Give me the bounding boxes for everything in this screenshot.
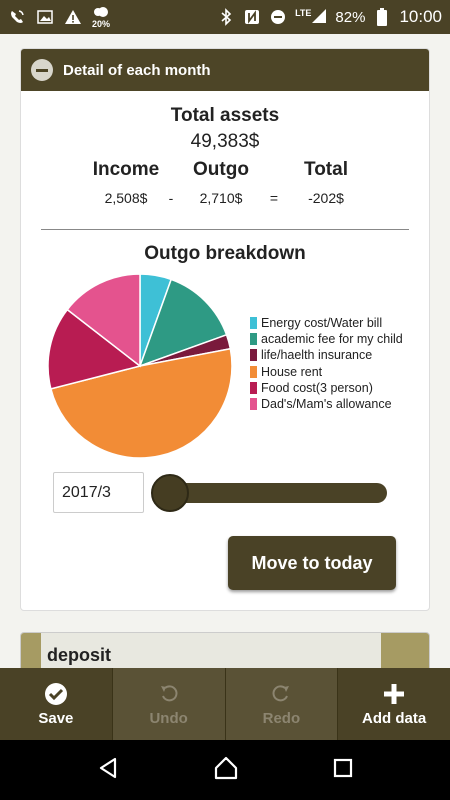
back-icon[interactable]	[96, 756, 120, 785]
minus-sign: -	[168, 190, 174, 206]
legend-swatch	[250, 317, 257, 330]
total-value: -202$	[308, 190, 344, 206]
bluetooth-icon	[217, 8, 235, 26]
legend-item-0: Energy cost/Water bill	[250, 315, 403, 331]
recents-icon[interactable]	[332, 757, 354, 784]
legend-label: life/haelth insurance	[261, 348, 373, 363]
battery-percent: 82%	[335, 8, 366, 26]
deposit-action[interactable]	[381, 633, 429, 671]
signal-icon	[311, 8, 327, 27]
income-label: Income	[92, 159, 160, 180]
nfc-icon	[243, 8, 261, 26]
outgo-value: 2,710$	[199, 190, 243, 206]
undo-label: Undo	[149, 709, 188, 727]
legend-item-4: Food cost(3 person)	[250, 380, 403, 396]
weather-indicator: 20%	[92, 6, 110, 29]
deposit-accent	[21, 633, 41, 671]
month-slider-thumb[interactable]	[151, 474, 189, 512]
legend-swatch	[250, 398, 257, 411]
total-label: Total	[304, 159, 348, 180]
battery-icon	[373, 8, 391, 26]
wifi-calling-icon	[8, 8, 26, 26]
outgo-pie-chart[interactable]	[45, 271, 235, 461]
weather-icon	[92, 6, 110, 20]
legend-item-3: House rent	[250, 364, 403, 380]
collapse-icon[interactable]	[31, 59, 53, 81]
weather-percent: 20%	[92, 18, 111, 29]
legend-item-1: academic fee for my child	[250, 331, 403, 347]
deposit-label: deposit	[47, 645, 112, 665]
warning-icon	[64, 8, 82, 26]
legend-item-5: Dad's/Mam's allowance	[250, 396, 403, 412]
image-icon	[36, 8, 54, 26]
legend-item-2: life/haelth insurance	[250, 347, 403, 363]
legend-label: Energy cost/Water bill	[261, 316, 383, 331]
dnd-icon	[269, 8, 287, 26]
card-header[interactable]: Detail of each month	[21, 49, 429, 91]
total-assets-label: Total assets	[170, 105, 280, 126]
cell-signal: LTE	[295, 8, 327, 27]
save-button[interactable]: Save	[0, 668, 113, 740]
undo-button[interactable]: Undo	[112, 668, 226, 740]
redo-button[interactable]: Redo	[225, 668, 339, 740]
check-icon	[44, 682, 68, 706]
month-detail-card: Detail of each month Total assets 49,383…	[20, 48, 430, 611]
month-slider-track[interactable]	[155, 483, 387, 503]
home-icon[interactable]	[213, 755, 239, 786]
card-title: Detail of each month	[63, 61, 211, 79]
month-input[interactable]: 2017/3	[53, 472, 144, 513]
divider	[41, 229, 409, 230]
outgo-label: Outgo	[193, 159, 249, 180]
add-data-label: Add data	[362, 709, 427, 727]
system-nav-bar	[0, 740, 450, 800]
save-label: Save	[38, 709, 74, 727]
legend-label: House rent	[261, 364, 323, 379]
deposit-card[interactable]: deposit	[20, 632, 430, 672]
chart-legend: Energy cost/Water bill academic fee for m…	[250, 315, 403, 412]
move-to-today-button[interactable]: Move to today	[228, 536, 396, 590]
total-assets-value: 49,383$	[190, 131, 260, 152]
clock: 10:00	[399, 7, 442, 26]
legend-label: Dad's/Mam's allowance	[261, 397, 392, 412]
legend-label: academic fee for my child	[261, 332, 403, 347]
legend-label: Food cost(3 person)	[261, 380, 373, 395]
plus-icon	[383, 682, 405, 706]
legend-swatch	[250, 365, 257, 378]
redo-label: Redo	[262, 709, 301, 727]
undo-icon	[158, 682, 180, 706]
status-bar: 20% LTE 82% 10:00	[0, 0, 450, 34]
chart-title: Outgo breakdown	[144, 243, 306, 264]
legend-swatch	[250, 381, 257, 394]
legend-swatch	[250, 349, 257, 362]
redo-icon	[270, 682, 292, 706]
network-type: LTE	[295, 7, 312, 18]
income-value: 2,508$	[104, 190, 148, 206]
legend-swatch	[250, 333, 257, 346]
add-data-button[interactable]: Add data	[338, 668, 450, 740]
bottom-toolbar: Save Undo Redo Add data	[0, 668, 450, 740]
